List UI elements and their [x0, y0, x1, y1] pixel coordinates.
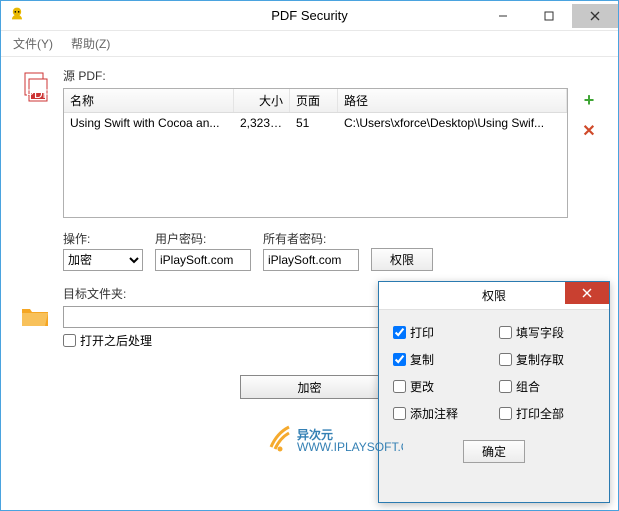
- perm-checkbox[interactable]: [393, 326, 406, 339]
- table-row[interactable]: Using Swift with Cocoa an... 2,323 KB 51…: [64, 113, 567, 133]
- owner-password-label: 所有者密码:: [263, 230, 359, 247]
- perm-checkbox[interactable]: [393, 353, 406, 366]
- perm-item-7[interactable]: 打印全部: [499, 405, 595, 422]
- perm-item-5[interactable]: 组合: [499, 378, 595, 395]
- cell-pages: 51: [290, 116, 338, 130]
- permissions-button[interactable]: 权限: [371, 248, 433, 271]
- encrypt-button[interactable]: 加密: [240, 375, 380, 399]
- menu-file[interactable]: 文件(Y): [9, 33, 57, 54]
- dialog-title: 权限: [482, 287, 506, 304]
- perm-checkbox[interactable]: [499, 353, 512, 366]
- perm-item-6[interactable]: 添加注释: [393, 405, 489, 422]
- open-after-checkbox[interactable]: [63, 334, 76, 347]
- folder-icon: [15, 285, 55, 349]
- col-header-size[interactable]: 大小: [234, 89, 290, 112]
- perm-label: 复制存取: [516, 351, 564, 368]
- perm-label: 添加注释: [410, 405, 458, 422]
- col-header-pages[interactable]: 页面: [290, 89, 338, 112]
- dialog-close-button[interactable]: [565, 282, 609, 304]
- perm-label: 更改: [410, 378, 434, 395]
- perm-label: 复制: [410, 351, 434, 368]
- permissions-dialog: 权限 打印 填写字段复制 复制存取更改 组合添加注释 打印全部 确定: [378, 281, 610, 503]
- perm-checkbox[interactable]: [499, 326, 512, 339]
- perm-checkbox[interactable]: [499, 407, 512, 420]
- cell-path: C:\Users\xforce\Desktop\Using Swif...: [338, 116, 567, 130]
- maximize-button[interactable]: [526, 4, 572, 28]
- perm-checkbox[interactable]: [393, 380, 406, 393]
- perm-item-3[interactable]: 复制存取: [499, 351, 595, 368]
- perm-item-1[interactable]: 填写字段: [499, 324, 595, 341]
- source-pdf-icon: PDF: [15, 67, 55, 218]
- perm-item-2[interactable]: 复制: [393, 351, 489, 368]
- perm-label: 组合: [516, 378, 540, 395]
- menubar: 文件(Y) 帮助(Z): [1, 31, 618, 57]
- perm-label: 打印: [410, 324, 434, 341]
- app-icon: [7, 6, 27, 26]
- remove-file-button[interactable]: ✕: [582, 121, 595, 141]
- perm-checkbox[interactable]: [393, 407, 406, 420]
- svg-text:PDF: PDF: [26, 87, 50, 101]
- dialog-ok-button[interactable]: 确定: [463, 440, 525, 463]
- perm-item-0[interactable]: 打印: [393, 324, 489, 341]
- open-after-label: 打开之后处理: [80, 332, 152, 349]
- col-header-name[interactable]: 名称: [64, 89, 234, 112]
- perm-label: 打印全部: [516, 405, 564, 422]
- cell-name: Using Swift with Cocoa an...: [64, 116, 234, 130]
- add-file-button[interactable]: +: [584, 90, 595, 111]
- cell-size: 2,323 KB: [234, 116, 290, 130]
- owner-password-input[interactable]: [263, 249, 359, 271]
- user-password-input[interactable]: [155, 249, 251, 271]
- source-file-table: 名称 大小 页面 路径 Using Swift with Cocoa an...…: [63, 88, 568, 218]
- perm-checkbox[interactable]: [499, 380, 512, 393]
- user-password-label: 用户密码:: [155, 230, 251, 247]
- source-label: 源 PDF:: [63, 67, 604, 84]
- operation-label: 操作:: [63, 230, 143, 247]
- minimize-button[interactable]: [480, 4, 526, 28]
- perm-item-4[interactable]: 更改: [393, 378, 489, 395]
- perm-label: 填写字段: [516, 324, 564, 341]
- titlebar: PDF Security: [1, 1, 618, 31]
- operation-select[interactable]: 加密: [63, 249, 143, 271]
- menu-help[interactable]: 帮助(Z): [67, 33, 114, 54]
- close-button[interactable]: [572, 4, 618, 28]
- col-header-path[interactable]: 路径: [338, 89, 567, 112]
